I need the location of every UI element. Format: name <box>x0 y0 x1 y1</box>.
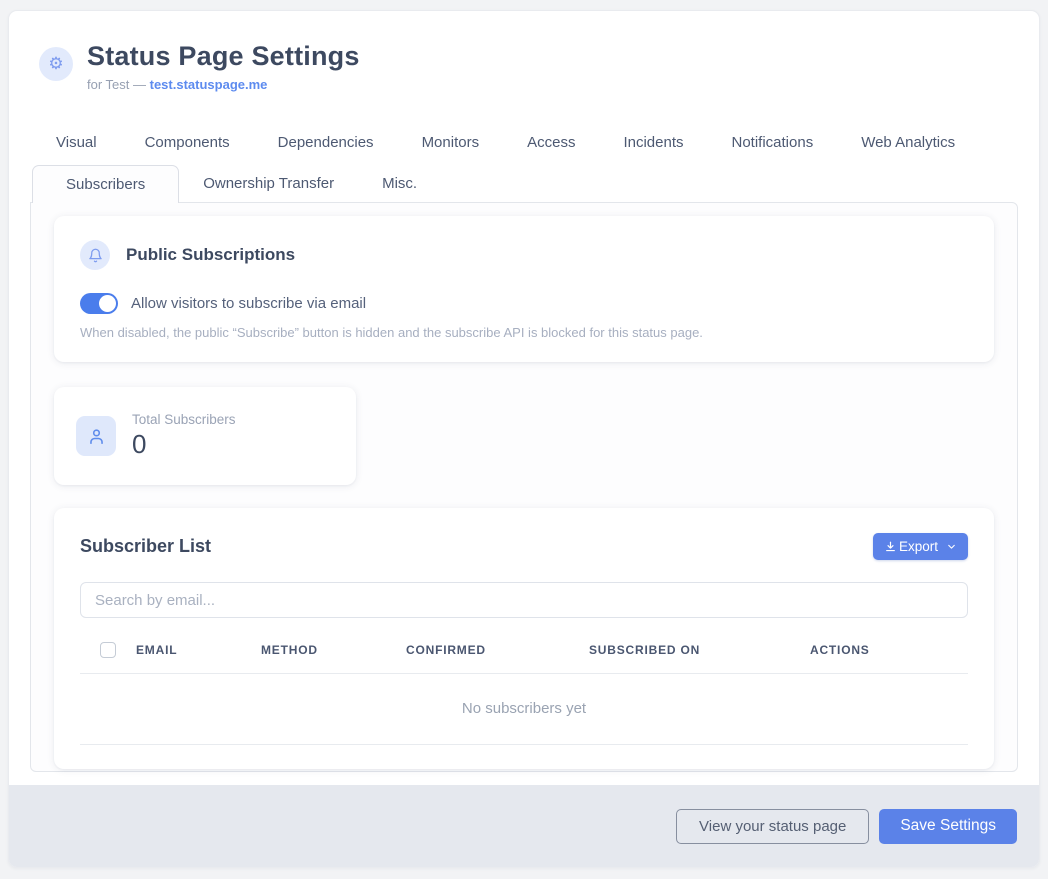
tabs-row-1: Visual Components Dependencies Monitors … <box>21 128 1027 157</box>
tab-misc[interactable]: Misc. <box>358 165 441 202</box>
public-subscriptions-header: Public Subscriptions <box>80 240 968 270</box>
bell-icon <box>80 240 110 270</box>
page-title: Status Page Settings <box>87 41 360 72</box>
total-subscribers-value: 0 <box>132 429 236 460</box>
tab-subscribers[interactable]: Subscribers <box>32 165 179 203</box>
subscriber-list-heading: Subscriber List <box>80 536 211 557</box>
gear-icon: ⚙ <box>39 47 73 81</box>
tab-ownership-transfer[interactable]: Ownership Transfer <box>179 165 358 202</box>
select-all-cell <box>80 642 136 658</box>
footer-bar: View your status page Save Settings <box>9 785 1039 867</box>
subscriber-list-card: Subscriber List Export <box>54 508 994 769</box>
toggle-knob <box>99 295 116 312</box>
public-subscriptions-card: Public Subscriptions Allow visitors to s… <box>54 216 994 362</box>
allow-subscribe-toggle[interactable] <box>80 293 118 314</box>
search-input[interactable] <box>80 582 968 618</box>
export-button[interactable]: Export <box>873 533 968 560</box>
person-icon <box>76 416 116 456</box>
select-all-checkbox[interactable] <box>100 642 116 658</box>
tab-access[interactable]: Access <box>527 128 575 157</box>
column-email: Email <box>136 643 261 657</box>
column-actions: Actions <box>810 643 968 657</box>
save-settings-button[interactable]: Save Settings <box>879 809 1017 844</box>
chevron-down-icon <box>946 541 957 552</box>
tabs-row-2: Subscribers Ownership Transfer Misc. <box>21 165 1027 202</box>
tab-dependencies[interactable]: Dependencies <box>278 128 374 157</box>
download-icon <box>884 540 897 553</box>
empty-state-message: No subscribers yet <box>80 674 968 745</box>
total-subscribers-stat: Total Subscribers 0 <box>132 412 236 460</box>
status-page-link[interactable]: test.statuspage.me <box>150 77 268 92</box>
subscriber-table-header: Email Method Confirmed Subscribed On Act… <box>80 642 968 674</box>
column-confirmed: Confirmed <box>406 643 589 657</box>
page-header-text: Status Page Settings for Test — test.sta… <box>87 41 360 92</box>
subtitle-prefix: for Test — <box>87 77 150 92</box>
settings-body: ⚙ Status Page Settings for Test — test.s… <box>9 11 1039 785</box>
column-subscribed-on: Subscribed On <box>589 643 810 657</box>
settings-window: ⚙ Status Page Settings for Test — test.s… <box>8 10 1040 868</box>
allow-subscribe-label: Allow visitors to subscribe via email <box>131 295 366 312</box>
tab-notifications[interactable]: Notifications <box>732 128 814 157</box>
subscribe-toggle-row: Allow visitors to subscribe via email <box>80 293 968 314</box>
page-header: ⚙ Status Page Settings for Test — test.s… <box>21 33 1027 92</box>
tab-components[interactable]: Components <box>145 128 230 157</box>
page-subtitle: for Test — test.statuspage.me <box>87 77 360 92</box>
tab-web-analytics[interactable]: Web Analytics <box>861 128 955 157</box>
total-subscribers-label: Total Subscribers <box>132 412 236 427</box>
view-status-page-button[interactable]: View your status page <box>676 809 869 844</box>
total-subscribers-card: Total Subscribers 0 <box>54 387 356 485</box>
tab-visual[interactable]: Visual <box>56 128 97 157</box>
tab-monitors[interactable]: Monitors <box>422 128 480 157</box>
export-button-label: Export <box>899 539 938 554</box>
subscriber-list-header: Subscriber List Export <box>80 533 968 560</box>
tab-incidents[interactable]: Incidents <box>623 128 683 157</box>
column-method: Method <box>261 643 406 657</box>
public-subscriptions-heading: Public Subscriptions <box>126 245 295 265</box>
subscribers-tab-panel: Public Subscriptions Allow visitors to s… <box>30 202 1018 772</box>
subscribe-help-text: When disabled, the public “Subscribe” bu… <box>80 325 968 340</box>
